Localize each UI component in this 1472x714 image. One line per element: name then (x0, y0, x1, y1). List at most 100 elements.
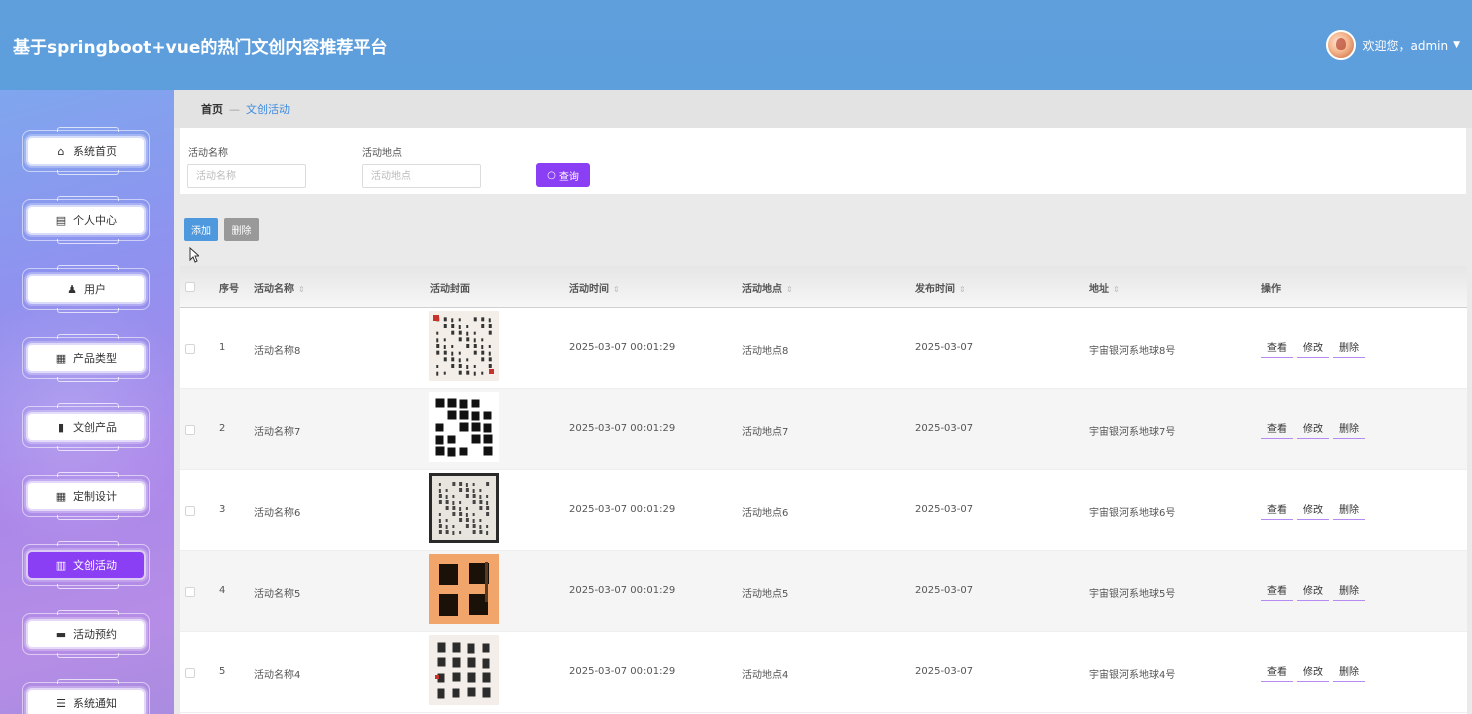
row-delete-button[interactable]: 删除 (1333, 336, 1365, 358)
chat-icon: ▬ (55, 627, 67, 641)
cell-address: 宇宙银河系地球8号 (1089, 346, 1176, 357)
row-delete-button[interactable]: 删除 (1333, 660, 1365, 682)
table-body: 1 活动名称8 2025-03-07 00:01:29 活动地点8 2025-03-07… (180, 308, 1467, 713)
cell-address: 宇宙银河系地球6号 (1089, 508, 1176, 519)
sidebar-item[interactable]: ☰ 系统通知 (28, 690, 144, 714)
activity-table: 序号 活动名称 ⇕ 活动封面 活动时间 ⇕ 活动地点 ⇕ 发布时间 ⇕ 地址 ⇕ 操作 1… (180, 266, 1467, 714)
cell-time: 2025-03-07 00:01:29 (569, 666, 676, 677)
view-button[interactable]: 查看 (1261, 336, 1293, 358)
col-place[interactable]: 活动地点 ⇕ (742, 280, 793, 295)
cell-address: 宇宙银河系地球5号 (1089, 589, 1176, 600)
cell-publish: 2025-03-07 (915, 342, 974, 353)
name-input[interactable] (187, 164, 306, 188)
sidebar-item[interactable]: ▬ 活动预约 (28, 621, 144, 647)
table-row[interactable]: 5 活动名称4 2025-03-07 00:01:29 活动地点4 2025-03-07… (180, 632, 1467, 713)
sidebar-item[interactable]: ▮ 文创产品 (28, 414, 144, 440)
cell-place: 活动地点8 (742, 346, 789, 357)
cell-publish: 2025-03-07 (915, 504, 974, 515)
view-button[interactable]: 查看 (1261, 579, 1293, 601)
cell-time: 2025-03-07 00:01:29 (569, 585, 676, 596)
table-row[interactable]: 2 活动名称7 2025-03-07 00:01:29 活动地点7 2025-03-07… (180, 389, 1467, 470)
home-icon: ⌂ (57, 144, 65, 158)
sidebar: ⌂ 系统首页 ▤ 个人中心 ♟ 用户 ▦ 产品类型 ▮ 文创产品 ▦ 定制设计 ▥ 文创活动 ▬ 活动预约 ☰ 系… (0, 90, 174, 714)
table-row[interactable]: 3 活动名称6 2025-03-07 00:01:29 活动地点6 2025-03-07… (180, 470, 1467, 551)
sidebar-item[interactable]: ▦ 定制设计 (28, 483, 144, 509)
sidebar-item-label: 定制设计 (73, 490, 117, 503)
list-icon: ☰ (56, 696, 66, 710)
table-row[interactable]: 4 活动名称5 2025-03-07 00:01:29 活动地点5 2025-03-07… (180, 551, 1467, 632)
breadcrumb-home[interactable]: 首页 (201, 101, 223, 117)
activity-cover-image[interactable] (429, 635, 499, 705)
delete-button[interactable]: 删除 (224, 218, 259, 241)
col-index: 序号 (219, 284, 239, 295)
name-label: 活动名称 (188, 148, 228, 159)
view-button[interactable]: 查看 (1261, 660, 1293, 682)
user-menu[interactable]: 欢迎您，admin ▼ (1326, 30, 1460, 60)
query-button[interactable]: ○ 查询 (536, 163, 590, 187)
col-address[interactable]: 地址 ⇕ (1089, 280, 1120, 295)
card-icon: ▤ (55, 213, 67, 227)
sidebar-item-label: 系统首页 (73, 145, 117, 158)
grid-icon: ▦ (55, 351, 67, 365)
row-actions: 查看 修改 删除 (1261, 417, 1365, 439)
sort-icon[interactable]: ⇕ (1113, 285, 1120, 294)
sidebar-item[interactable]: ▥ 文创活动 (28, 552, 144, 578)
activity-cover-image[interactable] (429, 392, 499, 462)
activity-cover-image[interactable] (429, 554, 499, 624)
avatar[interactable] (1326, 30, 1357, 60)
activity-cover-image[interactable] (429, 473, 499, 543)
edit-button[interactable]: 修改 (1297, 498, 1329, 520)
row-checkbox[interactable] (185, 587, 195, 597)
cell-publish: 2025-03-07 (915, 585, 974, 596)
breadcrumb: 首页 — 文创活动 (174, 90, 1472, 128)
sidebar-item-label: 活动预约 (73, 628, 117, 641)
edit-button[interactable]: 修改 (1297, 660, 1329, 682)
row-checkbox[interactable] (185, 425, 195, 435)
cell-index: 3 (219, 504, 226, 515)
table-row[interactable]: 1 活动名称8 2025-03-07 00:01:29 活动地点8 2025-03-07… (180, 308, 1467, 389)
welcome-text[interactable]: 欢迎您，admin (1362, 37, 1448, 54)
cell-publish: 2025-03-07 (915, 423, 974, 434)
sidebar-item[interactable]: ▤ 个人中心 (28, 207, 144, 233)
sort-icon[interactable]: ⇕ (613, 285, 620, 294)
edit-button[interactable]: 修改 (1297, 417, 1329, 439)
cell-address: 宇宙银河系地球7号 (1089, 427, 1176, 438)
sidebar-item-label: 文创产品 (73, 421, 117, 434)
sort-icon[interactable]: ⇕ (959, 285, 966, 294)
edit-button[interactable]: 修改 (1297, 579, 1329, 601)
add-button[interactable]: 添加 (184, 218, 218, 241)
doc-icon: ▮ (57, 420, 65, 434)
row-checkbox[interactable] (185, 668, 195, 678)
row-actions: 查看 修改 删除 (1261, 660, 1365, 682)
row-actions: 查看 修改 删除 (1261, 579, 1365, 601)
row-checkbox[interactable] (185, 506, 195, 516)
view-button[interactable]: 查看 (1261, 498, 1293, 520)
edit-button[interactable]: 修改 (1297, 336, 1329, 358)
search-icon: ○ (547, 169, 556, 181)
activity-cover-image[interactable] (429, 311, 499, 381)
col-time[interactable]: 活动时间 ⇕ (569, 280, 620, 295)
sidebar-item[interactable]: ⌂ 系统首页 (28, 138, 144, 164)
view-button[interactable]: 查看 (1261, 417, 1293, 439)
col-publish[interactable]: 发布时间 ⇕ (915, 280, 966, 295)
row-delete-button[interactable]: 删除 (1333, 498, 1365, 520)
place-input[interactable] (362, 164, 481, 188)
caret-down-icon[interactable]: ▼ (1453, 40, 1460, 50)
sidebar-item[interactable]: ▦ 产品类型 (28, 345, 144, 371)
cell-name: 活动名称7 (254, 427, 301, 438)
grid-icon: ▦ (55, 489, 67, 503)
query-label: 查询 (558, 171, 579, 183)
row-delete-button[interactable]: 删除 (1333, 417, 1365, 439)
sort-icon[interactable]: ⇕ (786, 285, 793, 294)
sidebar-item-label: 文创活动 (73, 559, 117, 572)
cell-address: 宇宙银河系地球4号 (1089, 670, 1176, 681)
col-name[interactable]: 活动名称 ⇕ (254, 280, 305, 295)
sidebar-item[interactable]: ♟ 用户 (28, 276, 144, 302)
row-checkbox[interactable] (185, 344, 195, 354)
mouse-cursor-icon (189, 247, 199, 263)
select-all-checkbox[interactable] (185, 282, 195, 292)
table-header: 序号 活动名称 ⇕ 活动封面 活动时间 ⇕ 活动地点 ⇕ 发布时间 ⇕ 地址 ⇕ 操作 (180, 266, 1467, 308)
row-delete-button[interactable]: 删除 (1333, 579, 1365, 601)
sort-icon[interactable]: ⇕ (298, 285, 305, 294)
col-name-label: 活动名称 (254, 284, 294, 295)
